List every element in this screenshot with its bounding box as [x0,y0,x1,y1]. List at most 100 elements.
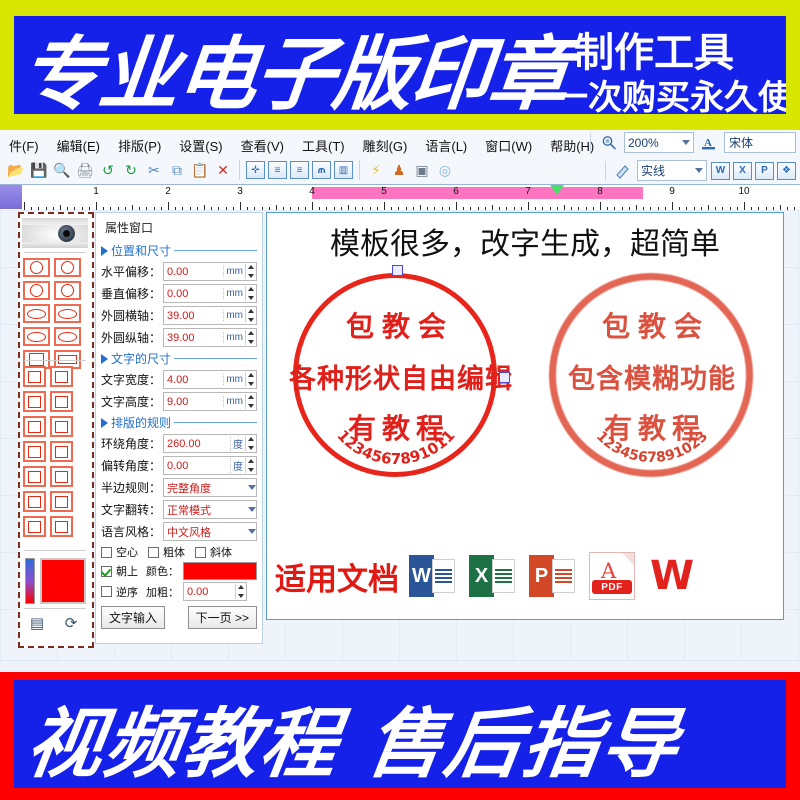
spinner[interactable] [235,584,246,599]
spinner[interactable] [245,458,256,473]
align-right-icon[interactable]: ≡ [290,161,309,179]
panel-vertical-shape[interactable] [50,466,73,487]
text-input-button[interactable]: 文字输入 [101,606,166,629]
chart-icon[interactable]: ▥ [334,161,353,179]
field-input[interactable]: 39.00 mm [163,306,257,325]
checkbox-bold[interactable] [148,546,159,558]
copy-icon[interactable]: ⧉ [167,160,187,180]
align-left-icon[interactable]: ≡ [268,161,287,179]
engrave-icon[interactable]: ♟ [389,160,409,180]
export-word-icon[interactable]: W [711,161,730,180]
circle-double-bar-shape[interactable] [54,281,81,300]
square-frame-shape[interactable] [23,366,46,387]
ellipse-bar-shape[interactable] [23,327,50,346]
stamp-preview-right[interactable]: 1234567891023 包教会 包含模糊功能 有教程 [545,269,759,483]
menu-item-0[interactable]: 件(F) [2,133,46,158]
section-header-text-size[interactable]: 文字的尺寸 [101,350,257,367]
checkbox-hollow[interactable] [101,546,112,558]
select-box[interactable]: 正常模式 [163,500,257,519]
next-page-button[interactable]: 下一页 >> [187,606,257,629]
field-input[interactable]: 260.00 度 [163,434,257,453]
disc-icon[interactable]: ◎ [435,160,455,180]
spinner[interactable] [245,308,256,323]
export-excel-icon[interactable]: X [733,161,752,180]
spinner[interactable] [245,394,256,409]
align-center-icon[interactable]: ✛ [246,161,265,179]
export-ppt-icon[interactable]: P [755,161,774,180]
menu-item-4[interactable]: 查看(V) [234,133,291,158]
square-split-shape[interactable] [50,366,73,387]
print-icon[interactable]: 🖨 [75,160,95,180]
field-input[interactable]: 0.00 度 [163,456,257,475]
ellipse-dotted-shape[interactable] [54,304,81,323]
checkbox-reverse[interactable] [101,586,112,597]
bar-double-shape[interactable] [50,491,73,512]
field-input[interactable]: 0.00 mm [163,284,257,303]
spinner[interactable] [245,264,256,279]
card-icon[interactable]: ▤ [24,614,50,632]
menu-item-7[interactable]: 语言(L) [418,133,474,158]
selection-handle[interactable] [392,265,403,276]
circle-bar-shape[interactable] [23,281,50,300]
bar-triple-shape[interactable] [23,516,46,537]
bar-single-shape[interactable] [23,491,46,512]
bar-quad-shape[interactable] [50,516,73,537]
lightning-icon[interactable]: ⚡ [366,160,386,180]
panel-top-shape[interactable] [50,441,73,462]
paste-icon[interactable]: 📋 [190,160,210,180]
section-header-position[interactable]: 位置和尺寸 [101,242,257,259]
horizontal-ruler[interactable]: 1 2 3 4 5 6 7 8 9 10 [0,184,800,212]
spinner[interactable] [245,286,256,301]
ellipse-line-shape[interactable] [54,327,81,346]
menu-item-2[interactable]: 排版(P) [111,133,168,158]
field-input[interactable]: 4.00 mm [163,370,257,389]
line-style-icon[interactable] [613,161,633,181]
field-input[interactable]: 9.00 mm [163,392,257,411]
spinner[interactable] [245,372,256,387]
camera-icon[interactable]: ▣ [412,160,432,180]
checkbox-face-up[interactable] [101,565,112,577]
section-header-layout[interactable]: 排版的规则 [101,414,257,431]
menu-item-8[interactable]: 窗口(W) [478,133,539,158]
color-chip[interactable] [183,562,257,580]
field-input[interactable]: 0.00 mm [163,262,257,281]
refresh-icon[interactable]: ⟳ [58,614,84,632]
bold-field[interactable]: 0.00 [183,582,247,601]
save-icon[interactable]: 💾 [29,160,49,180]
font-color-icon[interactable]: A [699,133,719,153]
circle-square-shape[interactable] [54,258,81,277]
font-name-box[interactable]: 宋体 [724,132,796,153]
line-style-combo[interactable]: 实线 [637,160,707,181]
panel-bottom-shape[interactable] [23,466,46,487]
select-box[interactable]: 中文风格 [163,522,257,541]
export-wps-icon[interactable]: ❖ [777,161,796,180]
print-preview-icon[interactable]: 🔍 [52,160,72,180]
select-box[interactable]: 完整角度 [163,478,257,497]
spinner[interactable] [245,436,256,451]
quad-square-shape[interactable] [23,416,46,437]
cut-icon[interactable]: ✂ [144,160,164,180]
quad-split-shape[interactable] [50,416,73,437]
delete-icon[interactable]: ✕ [213,160,233,180]
distribute-icon[interactable]: ⫙ [312,161,331,179]
menu-item-6[interactable]: 雕刻(G) [356,133,415,158]
triangle-down-shape[interactable] [50,391,73,412]
checkbox-italic[interactable] [195,546,206,558]
current-color-swatch[interactable] [40,558,86,604]
gradient-bar[interactable] [25,558,35,604]
menu-item-1[interactable]: 编辑(E) [50,133,107,158]
menu-item-3[interactable]: 设置(S) [172,133,229,158]
diamond-shape[interactable] [23,391,46,412]
ruler-marker[interactable] [549,185,564,195]
redo-icon[interactable]: ↻ [121,160,141,180]
undo-icon[interactable]: ↺ [98,160,118,180]
circle-star-shape[interactable] [23,258,50,277]
spinner[interactable] [245,330,256,345]
zoom-combo[interactable]: 200% [624,132,694,153]
stamp-preview-left[interactable]: 1234567891011 包教会 各种形状自由编辑 有教程 [289,265,512,483]
design-canvas[interactable]: 模板很多，改字生成，超简单 1234567891011 包教会 各种形状自由编辑… [266,212,784,620]
zoom-tool-icon[interactable] [599,133,619,153]
ellipse-arrow-shape[interactable] [23,304,50,323]
panel-left-shape[interactable] [23,441,46,462]
selection-handle[interactable] [499,372,510,383]
